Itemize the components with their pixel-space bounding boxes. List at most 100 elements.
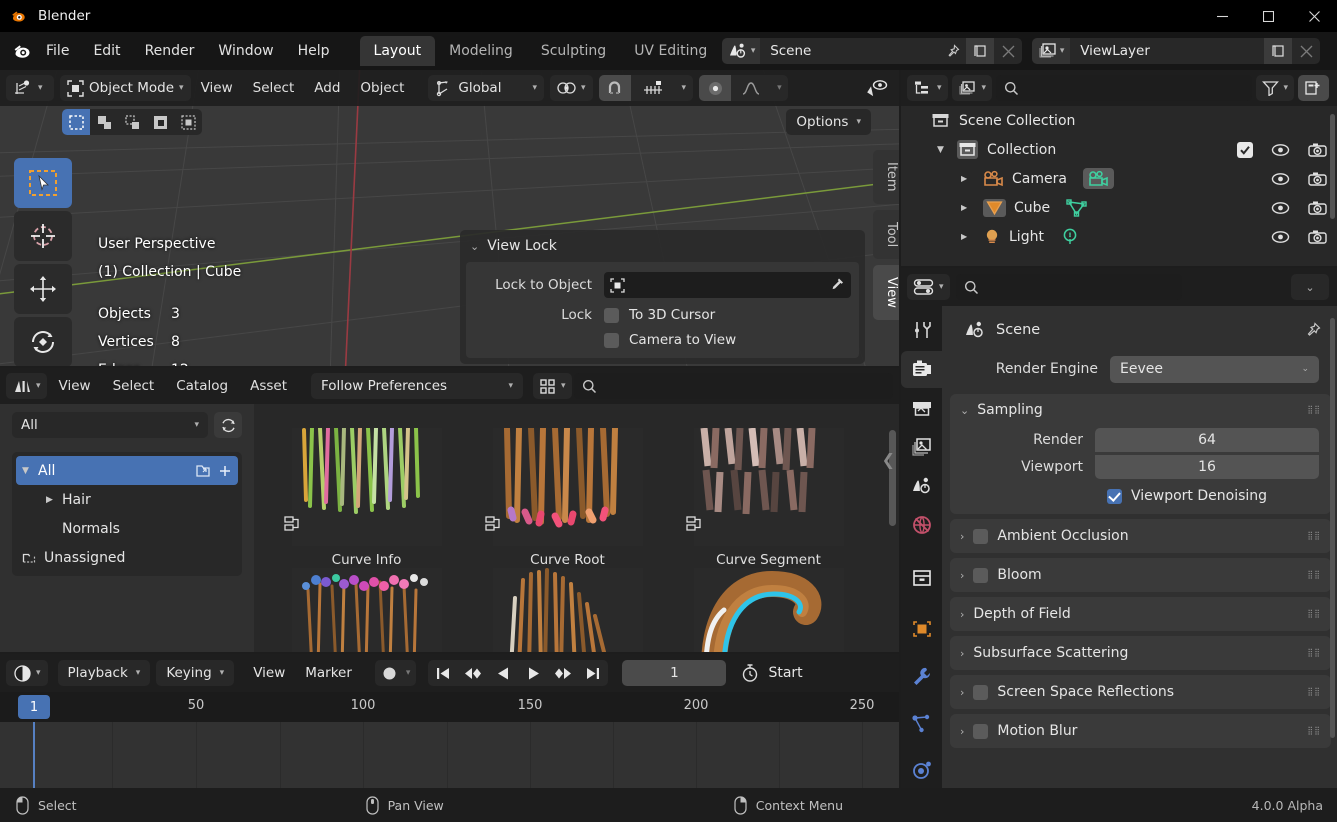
asset-menu-catalog[interactable]: Catalog [166,374,238,398]
hide-in-viewport-icon[interactable] [1271,172,1290,186]
play-icon[interactable] [518,660,548,686]
viewport-menu-select[interactable]: Select [243,76,305,100]
panel-ambient-occlusion[interactable]: › Ambient Occlusion ⣿⣿ [950,519,1331,553]
viewport-menu-add[interactable]: Add [304,76,350,100]
panel-motion-blur[interactable]: › Motion Blur ⣿⣿ [950,714,1331,748]
playhead-line[interactable] [33,722,35,790]
editor-type-selector[interactable]: ▾ [6,75,54,101]
outliner-scrollbar[interactable] [1330,114,1335,219]
jump-start-icon[interactable] [428,660,458,686]
lock-to-object-field[interactable] [604,272,851,298]
playhead-badge[interactable]: 1 [18,695,50,719]
transform-orientation-selector[interactable]: Global ▾ [428,75,544,101]
asset-item[interactable] [668,568,869,652]
asset-menu-asset[interactable]: Asset [240,374,297,398]
render-engine-dropdown[interactable]: Eevee ⌄ [1110,356,1319,383]
viewport-menu-object[interactable]: Object [350,76,414,100]
maximize-button[interactable] [1245,0,1291,32]
prev-keyframe-icon[interactable] [458,660,488,686]
camera-to-view-checkbox[interactable] [604,333,619,348]
workspace-tab-modeling[interactable]: Modeling [435,36,527,66]
hide-in-viewport-icon[interactable] [1271,143,1290,157]
visibility-icon[interactable] [865,78,889,98]
collapse-arrow-icon[interactable]: ❮ [882,450,895,469]
pivot-point-selector[interactable]: ▾ [550,75,593,101]
catalog-item-normals[interactable]: Normals [16,514,238,543]
asset-item[interactable]: Curve Root [467,408,668,568]
drag-grip-icon[interactable]: ⣿⣿ [1307,690,1321,694]
menu-window[interactable]: Window [207,39,284,63]
current-frame-input[interactable]: 1 [622,660,726,686]
viewlayer-selector[interactable]: ▾ ViewLayer [1032,38,1320,64]
scene-selector[interactable]: ▾ Scene [722,38,1022,64]
motion-blur-checkbox[interactable] [973,724,988,739]
falloff-curve-icon[interactable] [736,75,766,101]
light-data-icon[interactable] [1060,228,1080,246]
mesh-data-icon[interactable] [1066,199,1088,217]
thumbnail-size-selector[interactable]: ▾ [533,373,572,399]
drag-grip-icon[interactable]: ⣿⣿ [1307,573,1321,577]
outliner-row-camera[interactable]: ▶ Camera [901,164,1337,193]
asset-item[interactable] [266,568,467,652]
proportional-editing-group[interactable]: ▾ [699,75,788,101]
timeline-menu-view[interactable]: View [244,661,294,685]
tool-tweak-select[interactable] [14,158,72,208]
timeline-menu-marker[interactable]: Marker [296,661,361,685]
minimize-button[interactable] [1199,0,1245,32]
menu-file[interactable]: File [35,39,80,63]
disable-in-renders-icon[interactable] [1308,200,1327,216]
properties-collapse-button[interactable]: ⌄ [1291,274,1329,300]
outliner-search-input[interactable] [996,75,1252,101]
catalog-item-all[interactable]: ▼ All [16,456,238,485]
asset-menu-view[interactable]: View [49,374,101,398]
keying-menu[interactable]: Keying ▾ [156,660,234,686]
sidebar-tab-view[interactable]: View [873,265,899,320]
timeline-editor-type-selector[interactable]: ▾ [6,660,48,686]
add-icon[interactable] [218,464,232,478]
auto-keying-group[interactable]: ▾ [375,660,417,686]
viewport-denoising-checkbox[interactable] [1107,489,1122,504]
properties-tab-view-layer[interactable] [901,429,942,466]
properties-search-input[interactable] [956,274,1182,300]
select-subtract-icon[interactable] [118,109,146,135]
pin-icon[interactable] [1304,322,1321,339]
outliner-editor-type-selector[interactable]: ▾ [907,75,948,101]
play-reverse-icon[interactable] [488,660,518,686]
asset-menu-select[interactable]: Select [103,374,165,398]
outliner-row-collection[interactable]: ▼ Collection [901,135,1337,164]
asset-grid-area[interactable]: Curve Info [254,404,899,652]
menu-render[interactable]: Render [134,39,206,63]
close-button[interactable] [1291,0,1337,32]
to-3d-cursor-checkbox[interactable] [604,308,619,323]
properties-editor-type-selector[interactable]: ▾ [907,274,950,300]
properties-scrollbar[interactable] [1330,318,1335,738]
sampling-render-input[interactable]: 64 [1095,428,1319,452]
asset-scrollbar[interactable] [889,430,896,526]
new-copy-icon[interactable] [1264,38,1292,64]
next-keyframe-icon[interactable] [548,660,578,686]
properties-tab-render[interactable] [901,351,942,388]
pin-icon[interactable] [938,38,966,64]
new-catalog-icon[interactable] [195,463,211,479]
hide-in-viewport-icon[interactable] [1271,230,1290,244]
panel-depth-of-field[interactable]: › Depth of Field ⣿⣿ [950,597,1331,631]
tool-cursor[interactable] [14,211,72,261]
display-mode-selector[interactable]: Follow Preferences ▾ [311,373,523,399]
sidebar-tab-item[interactable]: Item [873,150,899,204]
chevron-right-icon[interactable]: ▶ [961,203,977,212]
select-mode-group[interactable] [62,109,202,135]
interaction-mode-selector[interactable]: Object Mode ▾ [60,75,191,101]
drag-grip-icon[interactable]: ⣿⣿ [1307,612,1321,616]
playback-menu[interactable]: Playback ▾ [58,660,151,686]
blender-menu-icon[interactable] [12,40,34,62]
panel-screen-space-reflections[interactable]: › Screen Space Reflections ⣿⣿ [950,675,1331,709]
disable-in-renders-icon[interactable] [1308,229,1327,245]
panel-bloom[interactable]: › Bloom ⣿⣿ [950,558,1331,592]
properties-tab-particles[interactable] [901,704,942,741]
menu-help[interactable]: Help [287,39,341,63]
asset-item[interactable] [467,568,668,652]
asset-item[interactable]: Curve Info [266,408,467,568]
disable-in-renders-icon[interactable] [1308,171,1327,187]
sampling-viewport-input[interactable]: 16 [1095,455,1319,479]
outliner-display-mode[interactable]: ▾ [952,75,993,101]
